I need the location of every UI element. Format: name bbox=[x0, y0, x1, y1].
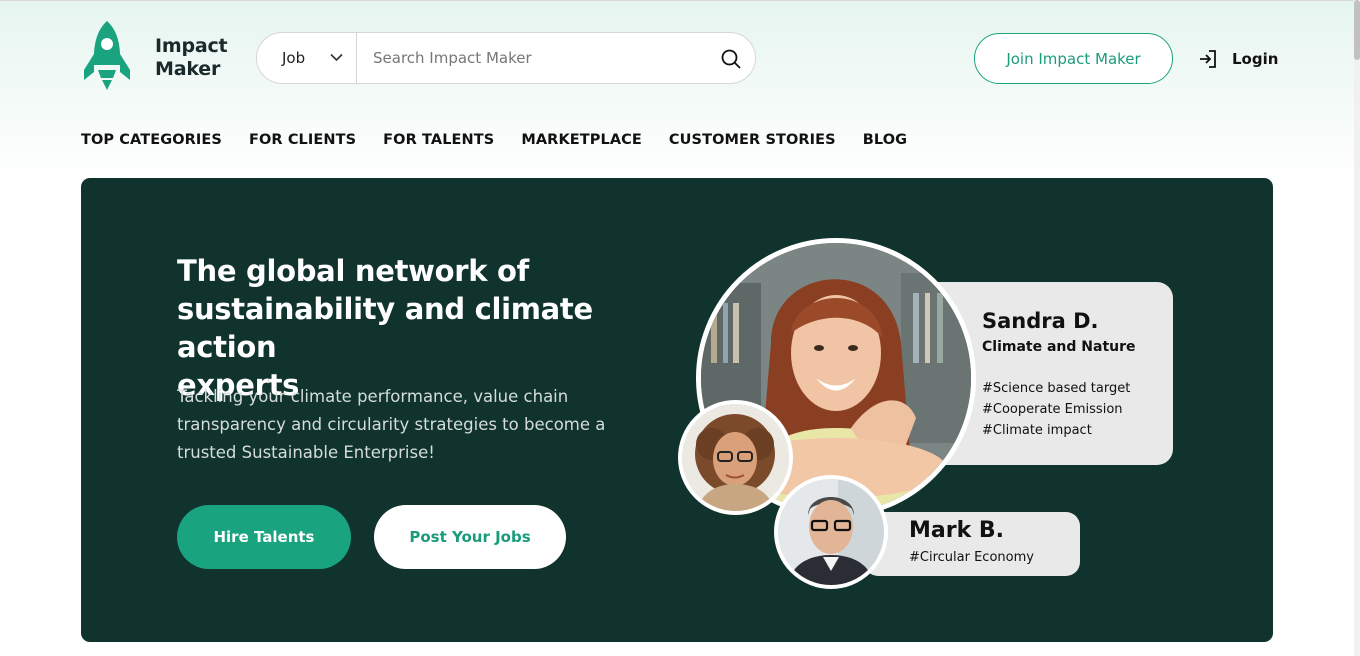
chevron-down-icon bbox=[330, 53, 343, 62]
profile-second-name: Mark B. bbox=[909, 518, 1005, 543]
profile-main-tag: #Climate impact bbox=[982, 423, 1092, 438]
login-label: Login bbox=[1232, 50, 1279, 68]
profile-main-tag: #Science based target bbox=[982, 381, 1131, 396]
avatar-woman-curly-photo bbox=[682, 404, 789, 511]
profile-card-second[interactable]: Mark B. #Circular Economy bbox=[864, 512, 1080, 576]
post-jobs-button[interactable]: Post Your Jobs bbox=[374, 505, 566, 569]
main-nav: TOP CATEGORIES FOR CLIENTS FOR TALENTS M… bbox=[81, 132, 934, 148]
brand-name-line1: Impact bbox=[155, 35, 228, 57]
avatar-mark bbox=[774, 475, 888, 589]
hero-desc-line1: Tackling your climate performance, value… bbox=[177, 387, 569, 406]
brand-name-line2: Maker bbox=[155, 58, 221, 80]
brand-name: Impact Maker bbox=[155, 35, 228, 81]
profile-main-tag: #Cooperate Emission bbox=[982, 402, 1123, 417]
hero-desc-line3: trusted Sustainable Enterprise! bbox=[177, 443, 435, 462]
nav-top-categories[interactable]: TOP CATEGORIES bbox=[81, 132, 222, 148]
hire-talents-button[interactable]: Hire Talents bbox=[177, 505, 351, 569]
nav-marketplace[interactable]: MARKETPLACE bbox=[521, 132, 642, 148]
login-link[interactable]: Login bbox=[1198, 47, 1278, 71]
nav-blog[interactable]: BLOG bbox=[863, 132, 907, 148]
search-bar: Job bbox=[256, 32, 756, 84]
hero-section: The global network of sustainability and… bbox=[81, 178, 1273, 642]
rocket-logo-icon bbox=[84, 21, 130, 90]
nav-for-talents[interactable]: FOR TALENTS bbox=[383, 132, 494, 148]
search-icon[interactable] bbox=[720, 48, 742, 70]
hero-desc-line2: transparency and circularity strategies … bbox=[177, 415, 606, 434]
avatar-woman-curly bbox=[678, 400, 793, 515]
profile-second-tag: #Circular Economy bbox=[909, 550, 1034, 565]
profile-main-tags: #Science based target #Cooperate Emissio… bbox=[982, 378, 1130, 441]
hero-title: The global network of sustainability and… bbox=[177, 252, 677, 404]
scrollbar[interactable] bbox=[1354, 0, 1360, 656]
scrollbar-thumb[interactable] bbox=[1354, 0, 1360, 60]
hero-title-line1: The global network of bbox=[177, 254, 529, 288]
profile-main-role: Climate and Nature bbox=[982, 339, 1136, 355]
join-button[interactable]: Join Impact Maker bbox=[974, 33, 1173, 84]
avatar-mark-photo bbox=[778, 479, 884, 585]
hero-title-line2: sustainability and climate action bbox=[177, 292, 593, 364]
hero-description: Tackling your climate performance, value… bbox=[177, 383, 637, 467]
nav-for-clients[interactable]: FOR CLIENTS bbox=[249, 132, 356, 148]
search-input[interactable] bbox=[359, 39, 709, 77]
login-icon bbox=[1200, 50, 1216, 68]
profile-main-name: Sandra D. bbox=[982, 309, 1099, 333]
brand-logo[interactable]: Impact Maker bbox=[82, 20, 232, 92]
search-category-select[interactable]: Job bbox=[257, 33, 357, 83]
nav-customer-stories[interactable]: CUSTOMER STORIES bbox=[669, 132, 836, 148]
search-category-value: Job bbox=[282, 49, 306, 67]
